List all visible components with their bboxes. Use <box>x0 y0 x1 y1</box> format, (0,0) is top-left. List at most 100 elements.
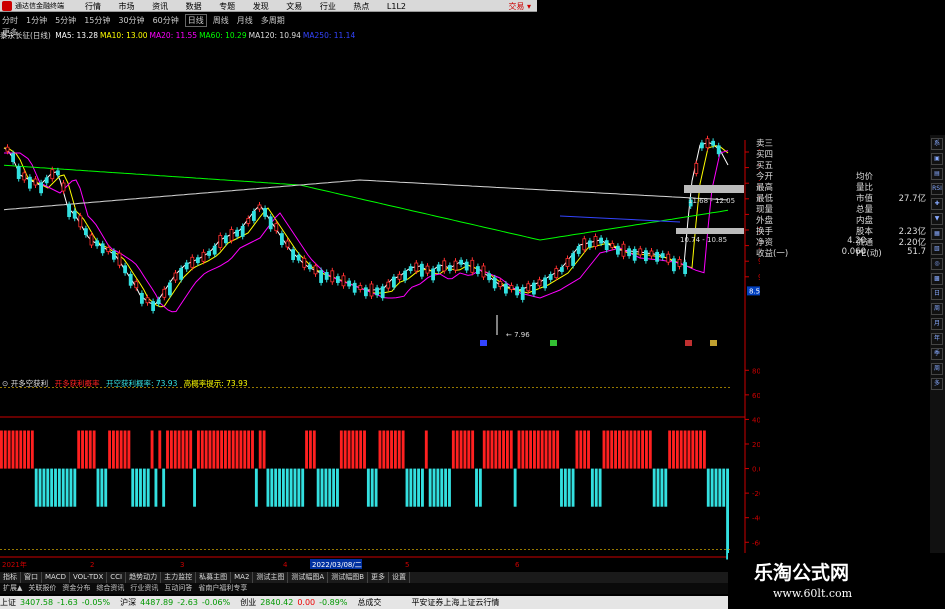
toolbar-button[interactable]: ▼ <box>931 213 943 225</box>
marker-icon <box>550 340 557 346</box>
indicator-settings-icon[interactable]: ⊙ <box>2 379 8 388</box>
menu-item[interactable]: L1L2 <box>387 2 406 11</box>
menu-item[interactable]: 数据 <box>186 2 202 11</box>
candle <box>503 283 508 294</box>
menu-item[interactable]: 文易 <box>286 2 302 11</box>
index-quote[interactable]: 沪深 4487.89 -2.63 -0.06% <box>120 598 234 607</box>
tab-indicator[interactable]: MA2 <box>231 572 254 583</box>
tab-indicator[interactable]: 测试主图 <box>253 572 289 583</box>
tab-indicator[interactable]: 更多 <box>368 572 390 583</box>
tab-indicator[interactable]: 测试幅图A <box>288 572 329 583</box>
indicator-bar <box>247 430 251 469</box>
kline-chart[interactable]: 11.68 - 12.0510.74 - 10.85← 7.96 13.0012… <box>0 40 760 572</box>
toolbar-button[interactable]: ▤ <box>931 168 943 180</box>
indicator-bar <box>119 430 123 469</box>
extension-tab[interactable]: 资金分布 <box>59 583 93 594</box>
indicator-bar <box>645 430 648 469</box>
toolbar-button[interactable]: RSI <box>931 183 943 195</box>
menu-item[interactable]: 资讯 <box>152 2 168 11</box>
toolbar-button[interactable]: 周 <box>931 363 943 375</box>
candle <box>151 301 156 311</box>
toolbar-button[interactable]: 季 <box>931 348 943 360</box>
indicator-bar <box>695 430 699 469</box>
trade-button[interactable]: 交易 ▾ <box>508 1 531 12</box>
tab-period-active[interactable]: 日线 <box>184 14 207 27</box>
tab-period[interactable]: 1分钟 <box>24 15 49 26</box>
tab-indicator[interactable]: MACD <box>42 572 70 583</box>
toolbar-button[interactable]: 月 <box>931 318 943 330</box>
tab-period[interactable]: 15分钟 <box>82 15 112 26</box>
tab-period[interactable]: 分时 <box>0 15 20 26</box>
toolbar-button[interactable]: 周 <box>931 303 943 315</box>
candle <box>436 264 441 272</box>
indicator-bar <box>332 468 336 507</box>
toolbar-button[interactable]: 年 <box>931 333 943 345</box>
toolbar-button[interactable]: 系 <box>931 138 943 150</box>
indicator-bar <box>146 468 150 507</box>
tab-period[interactable]: 5分钟 <box>53 15 78 26</box>
menu-item[interactable]: 行业 <box>320 2 336 11</box>
indicator-name[interactable]: 开多空获利 <box>11 379 49 388</box>
indicator-bar <box>397 430 401 469</box>
tab-indicator[interactable]: 测试幅图B <box>328 572 369 583</box>
menu-item[interactable]: 发现 <box>253 2 269 11</box>
extension-tab[interactable]: 关联报价 <box>25 583 59 594</box>
extension-tab[interactable]: 综合资讯 <box>93 583 127 594</box>
tab-indicator[interactable]: 指标 <box>0 572 21 583</box>
tab-indicator[interactable]: 设置 <box>389 572 411 583</box>
tab-indicator[interactable]: VOL-TDX <box>70 572 108 583</box>
indicator-bar <box>305 430 308 469</box>
tab-period[interactable]: 多周期 <box>259 15 287 26</box>
indicator-bar <box>641 430 645 469</box>
tab-indicator[interactable]: 趋势动力 <box>126 572 162 583</box>
index-quote[interactable]: 上证 3407.58 -1.63 -0.05% <box>0 598 114 607</box>
indicator-bar <box>467 430 471 469</box>
tab-period[interactable]: 周线 <box>211 15 231 26</box>
indicator-bar <box>15 430 19 469</box>
date-tick-label: 2021年 <box>2 560 27 569</box>
toolbar-button[interactable]: 日 <box>931 288 943 300</box>
tab-period[interactable]: 60分钟 <box>151 15 181 26</box>
indicator-bar <box>278 468 281 507</box>
toolbar-button[interactable]: 多 <box>931 378 943 390</box>
candle <box>532 282 536 295</box>
candle <box>700 142 704 149</box>
indicator-tabs: 指标 窗口 MACD VOL-TDX CCI 趋势动力 主力监控 私募主图 MA2 测试主图 测试幅… <box>0 572 728 583</box>
menu-item[interactable]: 专题 <box>219 2 235 11</box>
extension-tab[interactable]: 扩展▲ <box>0 583 25 594</box>
index-quote[interactable]: 总成交 <box>357 598 385 607</box>
index-quote[interactable]: 创业 2840.42 0.00 -0.89% <box>240 598 351 607</box>
toolbar-button[interactable]: ✚ <box>931 198 943 210</box>
candle <box>419 263 424 277</box>
extension-tab[interactable]: 行业资讯 <box>127 583 161 594</box>
menu-item[interactable]: 热点 <box>353 2 369 11</box>
menu-item[interactable]: 行情 <box>85 2 101 11</box>
candle <box>660 253 665 258</box>
tab-indicator[interactable]: 窗口 <box>21 572 42 583</box>
ma120-line <box>3 179 729 211</box>
tab-period[interactable]: 月线 <box>235 15 255 26</box>
tab-period[interactable]: 30分钟 <box>116 15 146 26</box>
indicator-bar <box>606 430 610 469</box>
indicator-bar <box>660 468 664 507</box>
toolbar-button[interactable]: ▧ <box>931 243 943 255</box>
extension-tab[interactable]: 省南户福利专享 <box>195 583 250 594</box>
toolbar-button[interactable]: ▦ <box>931 228 943 240</box>
candle <box>694 163 699 174</box>
indicator-bar <box>131 468 135 507</box>
menu-item[interactable]: 市场 <box>119 2 135 11</box>
indicator-bar <box>490 430 494 469</box>
toolbar-button[interactable]: ▣ <box>931 153 943 165</box>
indicator-bar <box>220 430 224 469</box>
tab-indicator[interactable]: 主力监控 <box>161 572 197 583</box>
tab-indicator[interactable]: CCI <box>107 572 127 583</box>
ma-value: MA120: 10.94 <box>248 31 301 40</box>
toolbar-button[interactable]: ◎ <box>931 258 943 270</box>
candle <box>162 288 167 298</box>
quote-row: 卖三 <box>756 137 928 149</box>
extension-tab[interactable]: 互动问答 <box>161 583 195 594</box>
toolbar-button[interactable]: ▩ <box>931 273 943 285</box>
candle <box>285 240 290 248</box>
indicator-bar <box>536 430 540 469</box>
tab-indicator[interactable]: 私募主图 <box>196 572 232 583</box>
